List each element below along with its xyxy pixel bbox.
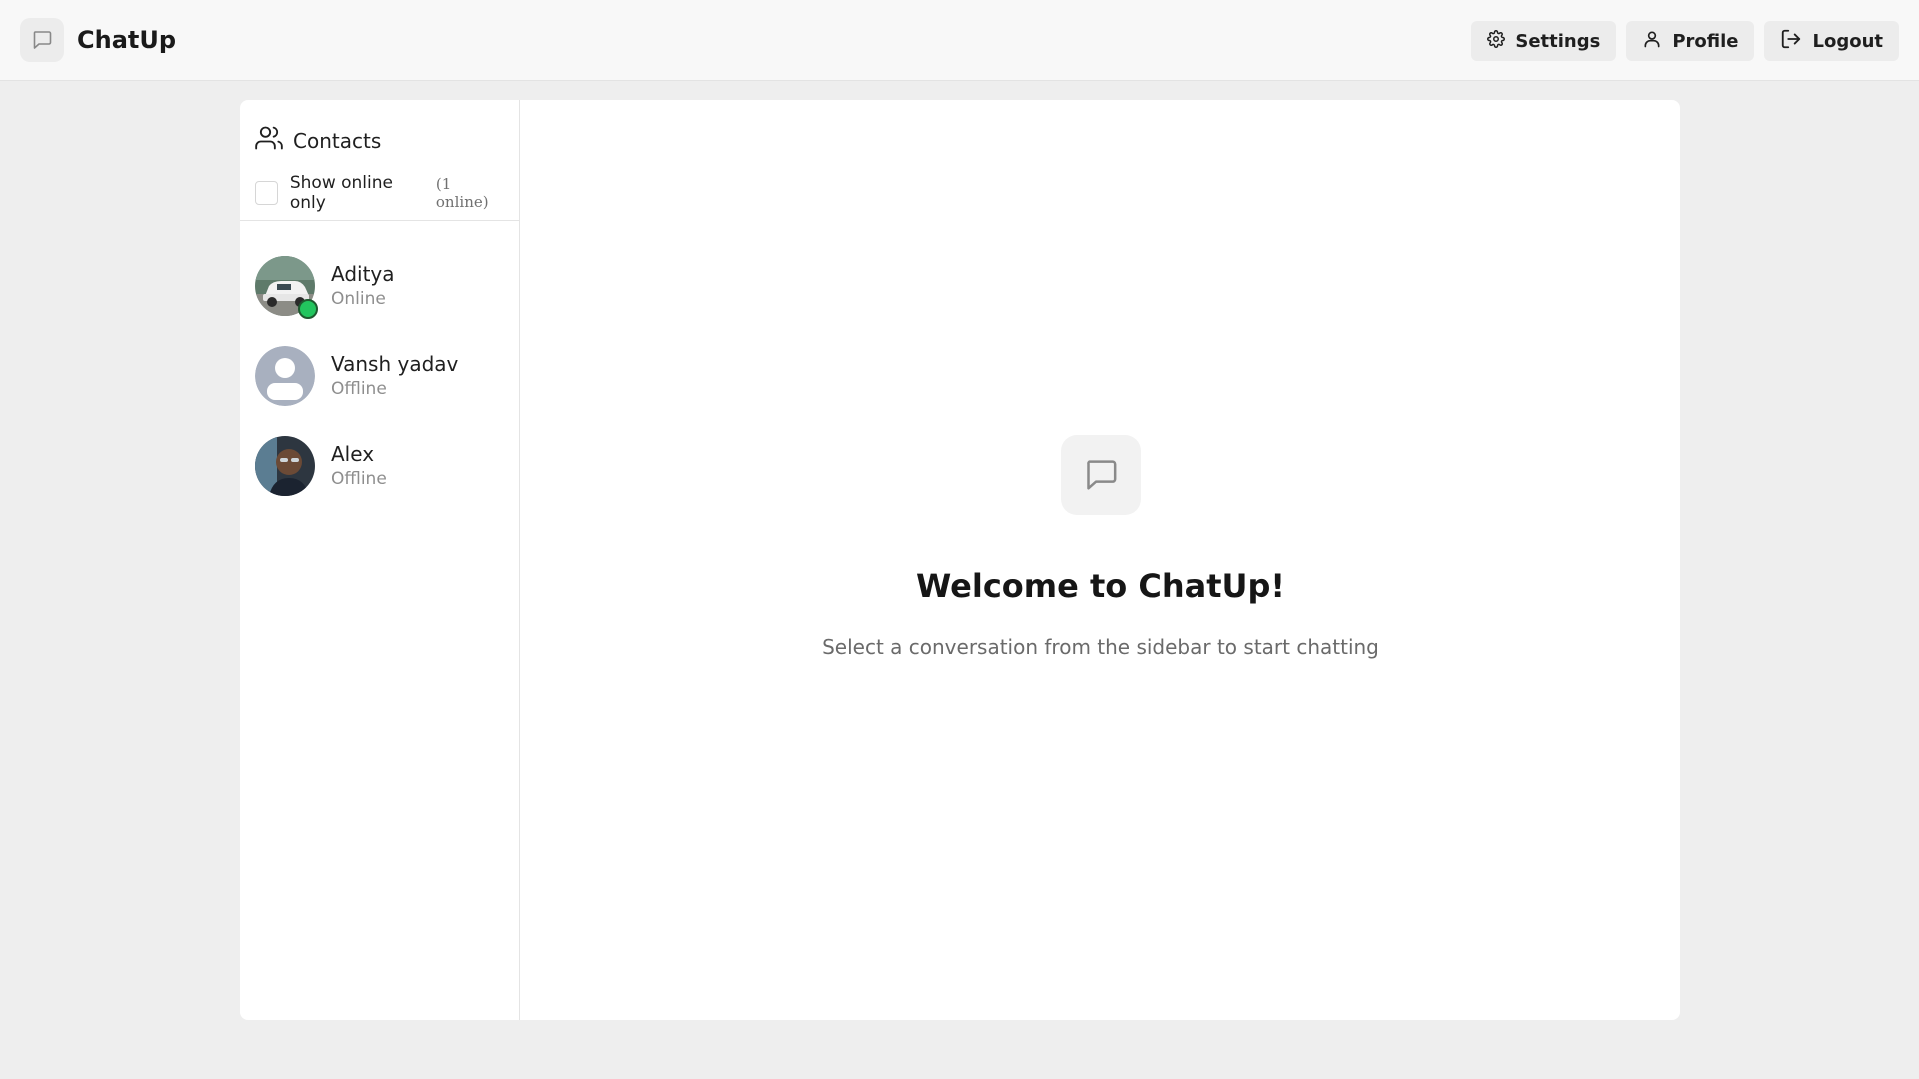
sidebar-header: Contacts Show online only (1 online): [240, 100, 519, 221]
user-icon: [1642, 29, 1662, 54]
avatar: [255, 256, 318, 319]
avatar: [255, 436, 315, 496]
chat-bubble-icon: [1060, 435, 1141, 515]
gear-icon: [1487, 29, 1506, 53]
contact-item[interactable]: Vansh yadav Offline: [240, 331, 519, 421]
contact-name: Aditya: [331, 262, 395, 286]
contact-item[interactable]: Aditya Online: [240, 241, 519, 331]
profile-label: Profile: [1672, 30, 1739, 52]
contact-info: Alex Offline: [331, 441, 387, 491]
contact-photo: [255, 436, 315, 496]
chat-container: Contacts Show online only (1 online) Adi…: [240, 100, 1680, 1020]
online-filter: Show online only (1 online): [255, 173, 505, 213]
users-icon: [255, 124, 283, 157]
contact-info: Aditya Online: [331, 261, 395, 311]
settings-label: Settings: [1515, 30, 1601, 52]
welcome-subtitle: Select a conversation from the sidebar t…: [822, 635, 1379, 659]
logout-button[interactable]: Logout: [1764, 21, 1899, 61]
brand[interactable]: ChatUp: [20, 18, 176, 62]
default-avatar-icon: [255, 346, 315, 406]
contact-name: Vansh yadav: [331, 352, 459, 376]
welcome-title: Welcome to ChatUp!: [915, 567, 1286, 605]
profile-button[interactable]: Profile: [1626, 21, 1755, 61]
contact-status: Offline: [331, 469, 387, 489]
contact-info: Vansh yadav Offline: [331, 351, 458, 401]
contacts-heading: Contacts: [255, 124, 505, 157]
contact-name: Alex: [331, 442, 375, 466]
nav-actions: Settings Profile Logout: [1471, 21, 1899, 61]
show-online-checkbox[interactable]: [255, 181, 278, 205]
contact-status: Offline: [331, 379, 387, 399]
logout-label: Logout: [1812, 30, 1883, 52]
top-navbar: ChatUp Settings Profile Logout: [0, 0, 1919, 81]
contact-status: Online: [331, 289, 386, 309]
welcome-panel: Welcome to ChatUp! Select a conversation…: [521, 100, 1680, 1020]
settings-button[interactable]: Settings: [1471, 21, 1617, 61]
contact-item[interactable]: Alex Offline: [240, 421, 519, 511]
logout-icon: [1780, 28, 1802, 55]
contacts-title: Contacts: [293, 128, 382, 153]
online-status-dot: [298, 299, 318, 319]
avatar: [255, 346, 315, 406]
chat-bubble-icon: [20, 18, 64, 62]
online-count: (1 online): [435, 175, 489, 211]
app-name: ChatUp: [77, 26, 177, 54]
contact-list: Aditya Online Vansh yadav Offline Alex O…: [240, 221, 519, 511]
contacts-sidebar: Contacts Show online only (1 online) Adi…: [240, 100, 520, 1020]
show-online-label[interactable]: Show online only: [290, 173, 427, 213]
